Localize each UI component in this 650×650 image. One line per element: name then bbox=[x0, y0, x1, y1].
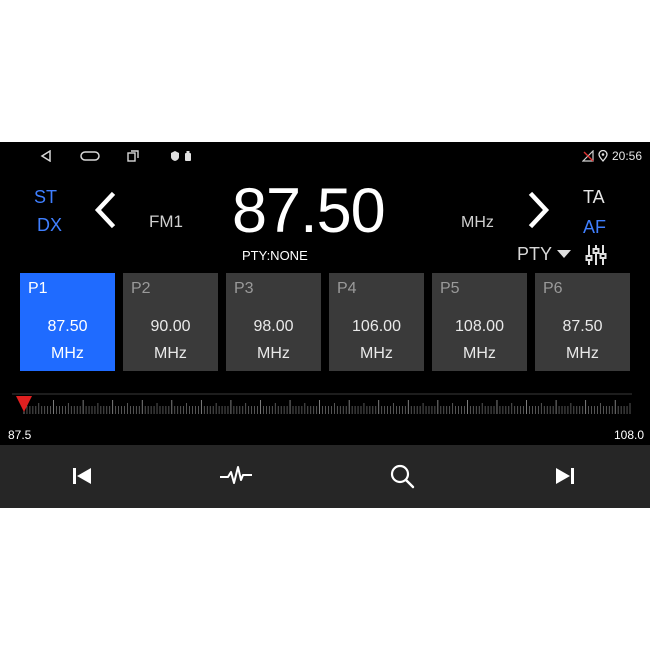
frequency-display: 87.50 bbox=[232, 176, 386, 246]
no-signal-icon bbox=[581, 149, 594, 162]
preset-frequency: 106.00 bbox=[352, 318, 401, 335]
preset-frequency: 87.50 bbox=[562, 318, 603, 335]
status-right: 20:56 bbox=[581, 142, 642, 169]
preset-name: P4 bbox=[337, 280, 357, 297]
preset-unit: MHz bbox=[257, 345, 290, 362]
frequency-unit: MHz bbox=[461, 214, 494, 231]
skip-previous-icon[interactable] bbox=[65, 459, 99, 493]
search-icon[interactable] bbox=[385, 459, 419, 493]
chevron-right-icon[interactable] bbox=[522, 190, 556, 230]
nav-home-icon[interactable] bbox=[80, 142, 100, 169]
equalizer-icon[interactable] bbox=[584, 243, 608, 267]
scale-max-label: 108.0 bbox=[613, 428, 644, 442]
preset-frequency: 98.00 bbox=[253, 318, 294, 335]
bottom-control-bar bbox=[0, 445, 650, 508]
status-bar: 20:56 bbox=[0, 142, 650, 169]
preset-p6[interactable]: P6 87.50 MHz bbox=[535, 273, 630, 371]
skip-next-icon[interactable] bbox=[548, 459, 582, 493]
clock: 20:56 bbox=[611, 148, 642, 163]
preset-frequency: 108.00 bbox=[455, 318, 504, 335]
preset-p2[interactable]: P2 90.00 MHz bbox=[123, 273, 218, 371]
stereo-indicator[interactable]: ST bbox=[34, 187, 57, 208]
preset-name: P6 bbox=[543, 280, 563, 297]
tuning-scale[interactable] bbox=[12, 392, 632, 418]
preset-unit: MHz bbox=[360, 345, 393, 362]
caret-down-icon bbox=[557, 250, 572, 258]
preset-unit: MHz bbox=[566, 345, 599, 362]
pty-button-label: PTY bbox=[517, 243, 553, 264]
preset-name: P1 bbox=[28, 280, 48, 297]
scale-min-label: 87.5 bbox=[8, 428, 32, 442]
pty-dropdown-button[interactable]: PTY bbox=[517, 242, 572, 266]
nav-back-icon[interactable] bbox=[38, 142, 54, 169]
preset-frequency: 87.50 bbox=[47, 318, 88, 335]
nav-recents-icon[interactable] bbox=[126, 142, 140, 169]
preset-name: P5 bbox=[440, 280, 460, 297]
waveform-icon[interactable] bbox=[219, 459, 253, 493]
preset-unit: MHz bbox=[154, 345, 187, 362]
chevron-left-icon[interactable] bbox=[88, 190, 122, 230]
preset-unit: MHz bbox=[463, 345, 496, 362]
radio-screen: 20:56 ST DX FM1 87.50 MHz TA AF PTY:NONE… bbox=[0, 142, 650, 508]
preset-unit: MHz bbox=[51, 345, 84, 362]
notification-icons bbox=[170, 142, 194, 169]
preset-p3[interactable]: P3 98.00 MHz bbox=[226, 273, 321, 371]
dx-local-toggle[interactable]: DX bbox=[37, 215, 62, 236]
preset-name: P2 bbox=[131, 280, 151, 297]
band-label[interactable]: FM1 bbox=[149, 212, 183, 232]
preset-p1[interactable]: P1 87.50 MHz bbox=[20, 273, 115, 371]
af-toggle[interactable]: AF bbox=[583, 217, 606, 238]
pty-status: PTY:NONE bbox=[242, 248, 308, 263]
preset-name: P3 bbox=[234, 280, 254, 297]
ta-toggle[interactable]: TA bbox=[583, 187, 605, 208]
preset-p4[interactable]: P4 106.00 MHz bbox=[329, 273, 424, 371]
preset-p5[interactable]: P5 108.00 MHz bbox=[432, 273, 527, 371]
location-pin-icon bbox=[598, 149, 608, 162]
preset-frequency: 90.00 bbox=[150, 318, 191, 335]
